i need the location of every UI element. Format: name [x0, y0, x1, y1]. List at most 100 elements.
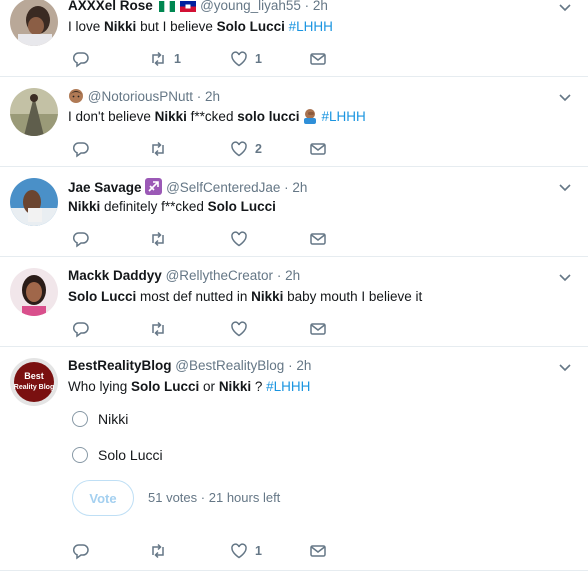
- text-segment: f**cked: [186, 109, 238, 124]
- retweet-button[interactable]: [149, 139, 174, 159]
- reply-button[interactable]: [72, 229, 90, 249]
- text-segment: Who lying: [68, 379, 132, 394]
- poll-option-nikki[interactable]: Nikki: [72, 411, 128, 427]
- like-button[interactable]: [230, 229, 255, 249]
- radio-button[interactable]: [72, 447, 88, 463]
- retweet-icon: [152, 321, 164, 337]
- highlighted-term: Solo Lucci: [207, 199, 276, 214]
- hashtag-link[interactable]: #LHHH: [266, 379, 310, 394]
- tweet-header: AXXXel Rose @young_liyah55 · 2h: [68, 0, 328, 13]
- tweet-header: @NotoriousPNutt · 2h: [68, 88, 220, 107]
- user-handle[interactable]: @RellytheCreator: [166, 268, 274, 283]
- timestamp[interactable]: · 2h: [305, 0, 328, 13]
- haiti-flag-icon: [180, 1, 197, 12]
- message-button[interactable]: [309, 229, 327, 249]
- radio-button[interactable]: [72, 411, 88, 427]
- heart-icon: [231, 141, 247, 157]
- vote-count: 51 votes: [148, 490, 198, 505]
- tweet-text: Solo Lucci most def nutted in Nikki baby…: [68, 289, 422, 304]
- tweet-header: Jae Savage @SelfCenteredJae · 2h: [68, 178, 307, 198]
- tweet-3[interactable]: Jae Savage @SelfCenteredJae · 2h Nikki d…: [0, 166, 588, 257]
- avatar[interactable]: [10, 268, 58, 316]
- retweet-icon: [152, 231, 164, 247]
- avatar[interactable]: [10, 88, 58, 136]
- display-name[interactable]: BestRealityBlog: [68, 358, 172, 373]
- tweet-header: Mackk Daddyy @RellytheCreator · 2h: [68, 268, 300, 283]
- like-count: 2: [255, 142, 262, 156]
- user-handle[interactable]: @NotoriousPNutt: [88, 89, 193, 104]
- facepalm-emoji-icon: [302, 108, 318, 127]
- vote-button[interactable]: Vote: [72, 480, 134, 516]
- message-button[interactable]: [309, 49, 327, 69]
- reply-button[interactable]: [72, 139, 90, 159]
- highlighted-term: Nikki: [251, 289, 284, 304]
- reply-icon: [72, 322, 89, 338]
- highlighted-term: solo lucci: [237, 109, 300, 124]
- retweet-button[interactable]: [149, 541, 174, 561]
- text-segment: I don't believe: [68, 109, 155, 124]
- svg-text:Reality Blog: Reality Blog: [14, 384, 54, 391]
- text-segment: I love: [68, 19, 105, 34]
- heart-icon: [231, 231, 247, 247]
- retweet-button[interactable]: 1: [149, 49, 181, 69]
- reply-icon: [72, 52, 89, 68]
- message-button[interactable]: [309, 139, 327, 159]
- message-button[interactable]: [309, 319, 327, 339]
- tweet-4[interactable]: Mackk Daddyy @RellytheCreator · 2h Solo …: [0, 256, 588, 347]
- avatar[interactable]: [10, 0, 58, 46]
- text-segment: ?: [251, 379, 267, 394]
- chevron-down-icon[interactable]: [558, 180, 572, 194]
- user-handle[interactable]: @young_liyah55: [200, 0, 301, 13]
- poll-option-label: Nikki: [98, 411, 129, 427]
- tweet-text: Who lying Solo Lucci or Nikki ? #LHHH: [68, 379, 310, 394]
- envelope-icon: [310, 545, 326, 557]
- display-name[interactable]: AXXXel Rose: [68, 0, 153, 13]
- like-button[interactable]: 1: [230, 49, 262, 69]
- user-handle[interactable]: @SelfCenteredJae: [166, 180, 280, 195]
- hashtag-link[interactable]: #LHHH: [321, 109, 365, 124]
- chevron-down-icon[interactable]: [558, 270, 572, 284]
- highlighted-term: Solo Lucci: [131, 379, 200, 394]
- chevron-down-icon[interactable]: [558, 360, 572, 374]
- retweet-button[interactable]: [149, 229, 174, 249]
- svg-text:Best: Best: [24, 371, 44, 381]
- highlighted-term: Solo Lucci: [216, 19, 285, 34]
- envelope-icon: [310, 233, 326, 245]
- poll-option-label: Solo Lucci: [98, 447, 163, 463]
- like-button[interactable]: 1: [230, 541, 262, 561]
- timestamp[interactable]: · 2h: [288, 358, 311, 373]
- poll-option-solo-lucci[interactable]: Solo Lucci: [72, 447, 163, 463]
- timestamp[interactable]: · 2h: [277, 268, 300, 283]
- avatar[interactable]: [10, 178, 58, 226]
- like-button[interactable]: 2: [230, 139, 262, 159]
- tweet-text: I don't believe Nikki f**cked solo lucci…: [68, 108, 366, 127]
- text-segment: baby mouth I believe it: [283, 289, 423, 304]
- timestamp[interactable]: · 2h: [197, 89, 220, 104]
- hashtag-link[interactable]: #LHHH: [285, 19, 333, 34]
- like-count: 1: [255, 544, 262, 558]
- tweet-1[interactable]: AXXXel Rose @young_liyah55 · 2h I love N…: [0, 0, 588, 77]
- man-emoji-icon: [68, 88, 84, 107]
- avatar[interactable]: Best Reality Blog: [10, 358, 58, 406]
- reply-button[interactable]: [72, 541, 90, 561]
- display-name[interactable]: Jae Savage: [68, 180, 142, 195]
- poll-meta: 51 votes · 21 hours left: [148, 490, 280, 505]
- text-segment: definitely f**cked: [100, 199, 208, 214]
- highlighted-term: Nikki: [154, 109, 187, 124]
- chevron-down-icon[interactable]: [558, 90, 572, 104]
- like-button[interactable]: [230, 319, 255, 339]
- retweet-button[interactable]: [149, 319, 174, 339]
- chevron-down-icon[interactable]: [558, 0, 572, 14]
- user-handle[interactable]: @BestRealityBlog: [175, 358, 284, 373]
- heart-icon: [231, 543, 247, 559]
- display-name[interactable]: Mackk Daddyy: [68, 268, 162, 283]
- message-button[interactable]: [309, 541, 327, 561]
- tweet-text: Nikki definitely f**cked Solo Lucci: [68, 199, 276, 214]
- tweet-2[interactable]: @NotoriousPNutt · 2h I don't believe Nik…: [0, 76, 588, 167]
- timestamp[interactable]: · 2h: [284, 180, 307, 195]
- reply-button[interactable]: [72, 49, 90, 69]
- tweet-5[interactable]: Best Reality Blog BestRealityBlog @BestRe…: [0, 346, 588, 571]
- text-segment: but I believe: [136, 19, 217, 34]
- time-left: 21 hours left: [208, 490, 281, 505]
- reply-button[interactable]: [72, 319, 90, 339]
